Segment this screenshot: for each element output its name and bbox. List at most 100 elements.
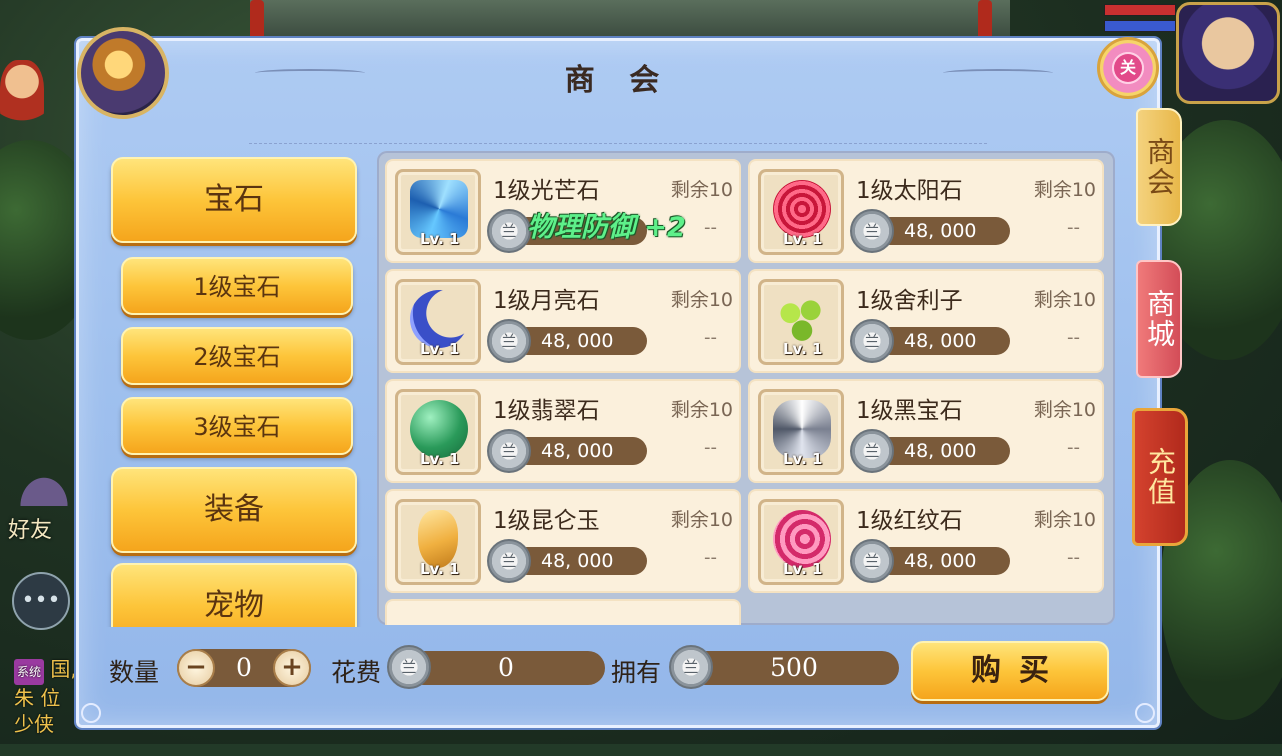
- item-name: 1级光芒石: [493, 178, 600, 204]
- friend-hat-icon: [14, 470, 74, 506]
- item-level: Lv. 1: [783, 560, 823, 578]
- silver-coin-icon: 兰: [850, 539, 894, 583]
- item-level: Lv. 1: [420, 230, 460, 248]
- item-dash: --: [704, 547, 717, 568]
- item-stock: 剩余10: [670, 289, 733, 311]
- mp-bar: [1104, 20, 1176, 32]
- item-card[interactable]: Lv. 1 1级昆仑玉 剩余10 48, 000 兰 --: [385, 489, 741, 593]
- silver-coin-icon: 兰: [487, 539, 531, 583]
- item-grid[interactable]: Lv. 1 1级光芒石 剩余10 兰 -- 物理防御 +2 Lv. 1 1级太阳…: [377, 151, 1115, 625]
- item-icon-frame: Lv. 1: [758, 169, 844, 255]
- friend-button[interactable]: 好友: [8, 470, 80, 550]
- item-level: Lv. 1: [783, 450, 823, 468]
- tab-recharge[interactable]: 充值: [1132, 408, 1188, 546]
- item-price: 48, 000: [513, 547, 647, 575]
- background-roof: [250, 0, 1010, 40]
- item-level: Lv. 1: [420, 560, 460, 578]
- item-icon-frame: Lv. 1: [758, 389, 844, 475]
- system-tag: 系统: [14, 659, 45, 685]
- item-level: Lv. 1: [783, 230, 823, 248]
- item-level: Lv. 1: [420, 450, 460, 468]
- cost-value: 0: [407, 651, 605, 685]
- system-message: 系统 国, 朱 位少侠: [14, 656, 78, 737]
- item-card[interactable]: Lv. 1 1级舍利子 剩余10 48, 000 兰 --: [748, 269, 1104, 373]
- item-card[interactable]: Lv. 1 1级翡翠石 剩余10 48, 000 兰 --: [385, 379, 741, 483]
- npc-character-icon[interactable]: [0, 60, 44, 132]
- item-stock: 剩余10: [670, 399, 733, 421]
- hp-bar: [1104, 4, 1176, 16]
- attribute-tooltip: 物理防御 +2: [527, 212, 686, 243]
- item-icon-frame: Lv. 1: [395, 499, 481, 585]
- friend-label: 好友: [8, 518, 53, 543]
- close-button[interactable]: 关: [1097, 37, 1159, 99]
- category-equipment[interactable]: 装备: [111, 467, 357, 553]
- item-dash: --: [704, 437, 717, 458]
- category-gem[interactable]: 宝石: [111, 157, 357, 243]
- item-name: 1级红纹石: [856, 508, 963, 534]
- bottom-hud-bar: [0, 744, 1282, 756]
- tab-mall[interactable]: 商城: [1136, 260, 1182, 378]
- buy-button[interactable]: 购买: [911, 641, 1109, 701]
- item-level: Lv. 1: [783, 340, 823, 358]
- item-card-partial[interactable]: [385, 599, 741, 625]
- item-price: 48, 000: [876, 217, 1010, 245]
- silver-coin-icon: 兰: [487, 319, 531, 363]
- item-price: 48, 000: [513, 327, 647, 355]
- item-level: Lv. 1: [420, 340, 460, 358]
- item-dash: --: [704, 217, 717, 238]
- item-icon-frame: Lv. 1: [395, 279, 481, 365]
- item-stock: 剩余10: [1033, 179, 1096, 201]
- player-avatar[interactable]: [1176, 2, 1280, 104]
- item-stock: 剩余10: [1033, 399, 1096, 421]
- owned-label: 拥有: [611, 658, 662, 687]
- silver-coin-icon: 兰: [850, 429, 894, 473]
- item-icon-frame: Lv. 1: [395, 169, 481, 255]
- minus-button[interactable]: −: [177, 649, 215, 687]
- item-card[interactable]: Lv. 1 1级太阳石 剩余10 48, 000 兰 --: [748, 159, 1104, 263]
- silver-coin-icon: 兰: [850, 209, 894, 253]
- item-card[interactable]: Lv. 1 1级黑宝石 剩余10 48, 000 兰 --: [748, 379, 1104, 483]
- plus-button[interactable]: +: [273, 649, 311, 687]
- chat-bubble-icon[interactable]: •••: [12, 572, 70, 630]
- item-dash: --: [1067, 547, 1080, 568]
- item-card[interactable]: Lv. 1 1级光芒石 剩余10 兰 -- 物理防御 +2: [385, 159, 741, 263]
- corner-ornament: [81, 703, 101, 723]
- item-stock: 剩余10: [670, 509, 733, 531]
- item-stock: 剩余10: [670, 179, 733, 201]
- item-dash: --: [704, 327, 717, 348]
- category-gem-level1[interactable]: 1级宝石: [121, 257, 353, 315]
- close-icon: 关: [1114, 54, 1142, 82]
- item-price: 48, 000: [513, 437, 647, 465]
- item-dash: --: [1067, 327, 1080, 348]
- item-name: 1级月亮石: [493, 288, 600, 314]
- item-price: 48, 000: [876, 547, 1010, 575]
- category-pet[interactable]: 宠物: [111, 563, 357, 627]
- item-icon-frame: Lv. 1: [758, 499, 844, 585]
- item-icon-frame: Lv. 1: [395, 389, 481, 475]
- category-gem-level3[interactable]: 3级宝石: [121, 397, 353, 455]
- quantity-stepper[interactable]: − 0 +: [177, 649, 311, 687]
- silver-coin-icon: 兰: [487, 429, 531, 473]
- item-price: 48, 000: [876, 437, 1010, 465]
- category-gem-level2[interactable]: 2级宝石: [121, 327, 353, 385]
- corner-ornament: [1135, 703, 1155, 723]
- item-card[interactable]: Lv. 1 1级月亮石 剩余10 48, 000 兰 --: [385, 269, 741, 373]
- item-stock: 剩余10: [1033, 509, 1096, 531]
- silver-coin-icon: 兰: [850, 319, 894, 363]
- tab-commerce[interactable]: 商会: [1136, 108, 1182, 226]
- category-list[interactable]: 宝石 1级宝石 2级宝石 3级宝石 装备 宠物: [79, 41, 379, 627]
- cost-label: 花费: [331, 658, 382, 687]
- quantity-value[interactable]: 0: [215, 653, 273, 682]
- item-dash: --: [1067, 217, 1080, 238]
- item-name: 1级翡翠石: [493, 398, 600, 424]
- item-name: 1级太阳石: [856, 178, 963, 204]
- item-name: 1级舍利子: [856, 288, 963, 314]
- item-name: 1级黑宝石: [856, 398, 963, 424]
- purchase-bar: 数量 − 0 + 花费 0 兰 拥有 500 兰 购买: [79, 637, 1157, 707]
- item-icon-frame: Lv. 1: [758, 279, 844, 365]
- silver-coin-icon: 兰: [387, 645, 431, 689]
- item-dash: --: [1067, 437, 1080, 458]
- item-stock: 剩余10: [1033, 289, 1096, 311]
- item-card[interactable]: Lv. 1 1级红纹石 剩余10 48, 000 兰 --: [748, 489, 1104, 593]
- silver-coin-icon: 兰: [487, 209, 531, 253]
